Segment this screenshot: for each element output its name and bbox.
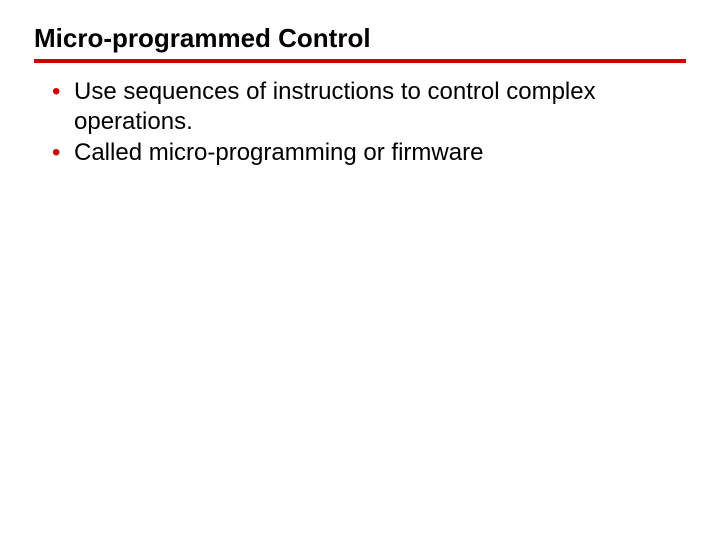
slide: Micro-programmed Control Use sequences o… [0,0,720,540]
list-item: Called micro-programming or firmware [52,138,680,169]
title-underline [34,59,686,63]
bullet-list: Use sequences of instructions to control… [34,77,686,169]
list-item: Use sequences of instructions to control… [52,77,680,138]
slide-title: Micro-programmed Control [34,24,686,53]
